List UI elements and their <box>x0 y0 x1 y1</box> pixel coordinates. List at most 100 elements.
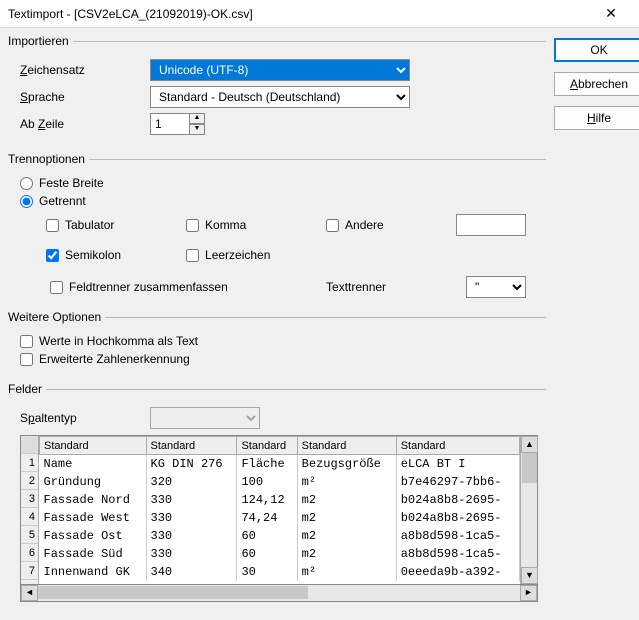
table-cell: m2 <box>297 509 396 527</box>
comma-checkbox[interactable] <box>186 219 199 232</box>
table-row[interactable]: Fassade Nord330124,12m2b024a8b8-2695- <box>40 491 520 509</box>
table-row[interactable]: Fassade West33074,24m2b024a8b8-2695- <box>40 509 520 527</box>
hscroll-thumb[interactable] <box>38 586 308 599</box>
fixed-width-label: Feste Breite <box>39 176 104 190</box>
fields-group: Felder Spaltentyp 1234567 StandardS <box>8 382 546 606</box>
table-cell: 330 <box>146 545 237 563</box>
separator-group: Trennoptionen Feste Breite Getrennt Tabu… <box>8 152 546 302</box>
fixed-width-radio[interactable] <box>20 177 33 190</box>
text-delim-select[interactable]: " <box>466 276 526 298</box>
ok-button[interactable]: OK <box>554 38 639 62</box>
table-cell: m2 <box>297 491 396 509</box>
help-button[interactable]: Hilfe <box>554 106 639 130</box>
other-checkbox[interactable] <box>326 219 339 232</box>
column-header[interactable]: Standard <box>237 437 297 455</box>
table-cell: b7e46297-7bb6- <box>396 473 519 491</box>
scroll-thumb[interactable] <box>522 453 537 483</box>
table-cell: a8b8d598-1ca5- <box>396 527 519 545</box>
table-cell: Fassade Ost <box>40 527 147 545</box>
space-label: Leerzeichen <box>205 248 270 262</box>
charset-select[interactable]: Unicode (UTF-8) <box>150 59 410 81</box>
table-cell: Innenwand GK <box>40 563 147 581</box>
table-cell: Bezugsgröße <box>297 455 396 473</box>
column-header[interactable]: Standard <box>146 437 237 455</box>
table-row[interactable]: Fassade Ost33060m2a8b8d598-1ca5- <box>40 527 520 545</box>
table-cell: Fassade West <box>40 509 147 527</box>
tab-checkbox[interactable] <box>46 219 59 232</box>
row-number-gutter: 1234567 <box>21 436 39 584</box>
charset-label: Zeichensatz <box>20 63 150 77</box>
merge-label: Feldtrenner zusammenfassen <box>69 280 228 294</box>
from-row-input[interactable] <box>150 113 190 135</box>
text-delim-label: Texttrenner <box>326 280 466 294</box>
table-cell: Fassade Nord <box>40 491 147 509</box>
window-title: Textimport - [CSV2eLCA_(21092019)-OK.csv… <box>8 7 591 21</box>
column-header[interactable]: Standard <box>40 437 147 455</box>
preview-table: StandardStandardStandardStandardStandard… <box>39 436 520 581</box>
horizontal-scrollbar[interactable]: ◄ ► <box>20 585 538 602</box>
table-row[interactable]: NameKG DIN 276FlächeBezugsgrößeeLCA BT I <box>40 455 520 473</box>
table-cell: 330 <box>146 527 237 545</box>
table-cell: b024a8b8-2695- <box>396 509 519 527</box>
table-cell: 330 <box>146 491 237 509</box>
delimited-label: Getrennt <box>39 194 86 208</box>
table-cell: 74,24 <box>237 509 297 527</box>
table-cell: eLCA BT I <box>396 455 519 473</box>
separator-legend: Trennoptionen <box>8 152 89 166</box>
scroll-down-icon[interactable]: ▼ <box>521 567 538 584</box>
table-cell: KG DIN 276 <box>146 455 237 473</box>
coltype-select <box>150 407 260 429</box>
comma-label: Komma <box>205 218 246 232</box>
more-options-group: Weitere Optionen Werte in Hochkomma als … <box>8 310 546 374</box>
close-icon[interactable]: ✕ <box>591 0 631 28</box>
language-label: Sprache <box>20 90 150 104</box>
delimited-radio[interactable] <box>20 195 33 208</box>
language-select[interactable]: Standard - Deutsch (Deutschland) <box>150 86 410 108</box>
semicolon-label: Semikolon <box>65 248 121 262</box>
space-checkbox[interactable] <box>186 249 199 262</box>
coltype-label: Spaltentyp <box>20 411 150 425</box>
semicolon-checkbox[interactable] <box>46 249 59 262</box>
scroll-up-icon[interactable]: ▲ <box>521 436 538 453</box>
table-cell: 320 <box>146 473 237 491</box>
table-cell: 60 <box>237 545 297 563</box>
table-row[interactable]: Fassade Süd33060m2a8b8d598-1ca5- <box>40 545 520 563</box>
preview-grid[interactable]: 1234567 StandardStandardStandardStandard… <box>20 435 538 585</box>
merge-checkbox[interactable] <box>50 281 63 294</box>
number-detect-checkbox[interactable] <box>20 353 33 366</box>
table-cell: 330 <box>146 509 237 527</box>
import-legend: Importieren <box>8 34 73 48</box>
fields-legend: Felder <box>8 382 46 396</box>
table-cell: 100 <box>237 473 297 491</box>
tab-label: Tabulator <box>65 218 114 232</box>
table-row[interactable]: Gründung320100m²b7e46297-7bb6- <box>40 473 520 491</box>
table-row[interactable]: Innenwand GK34030m²0eeeda9b-a392- <box>40 563 520 581</box>
cancel-button[interactable]: Abbrechen <box>554 72 639 96</box>
vertical-scrollbar[interactable]: ▲ ▼ <box>520 436 537 584</box>
quoted-as-text-checkbox[interactable] <box>20 335 33 348</box>
spinner-up-icon[interactable]: ▲ <box>189 113 205 124</box>
more-options-legend: Weitere Optionen <box>8 310 105 324</box>
scroll-left-icon[interactable]: ◄ <box>21 585 38 601</box>
table-cell: 124,12 <box>237 491 297 509</box>
import-group: Importieren Zeichensatz Unicode (UTF-8) … <box>8 34 546 144</box>
table-cell: m2 <box>297 545 396 563</box>
table-cell: 30 <box>237 563 297 581</box>
from-row-label: Ab Zeile <box>20 117 150 131</box>
column-header[interactable]: Standard <box>297 437 396 455</box>
table-cell: 340 <box>146 563 237 581</box>
quoted-as-text-label: Werte in Hochkomma als Text <box>39 334 198 348</box>
other-input[interactable] <box>456 214 526 236</box>
table-cell: b024a8b8-2695- <box>396 491 519 509</box>
column-header[interactable]: Standard <box>396 437 519 455</box>
table-cell: Gründung <box>40 473 147 491</box>
table-cell: 0eeeda9b-a392- <box>396 563 519 581</box>
spinner-down-icon[interactable]: ▼ <box>189 124 205 135</box>
table-cell: Fläche <box>237 455 297 473</box>
other-label: Andere <box>345 218 384 232</box>
table-cell: m² <box>297 473 396 491</box>
table-cell: 60 <box>237 527 297 545</box>
table-cell: a8b8d598-1ca5- <box>396 545 519 563</box>
scroll-right-icon[interactable]: ► <box>520 585 537 601</box>
titlebar: Textimport - [CSV2eLCA_(21092019)-OK.csv… <box>0 0 639 28</box>
